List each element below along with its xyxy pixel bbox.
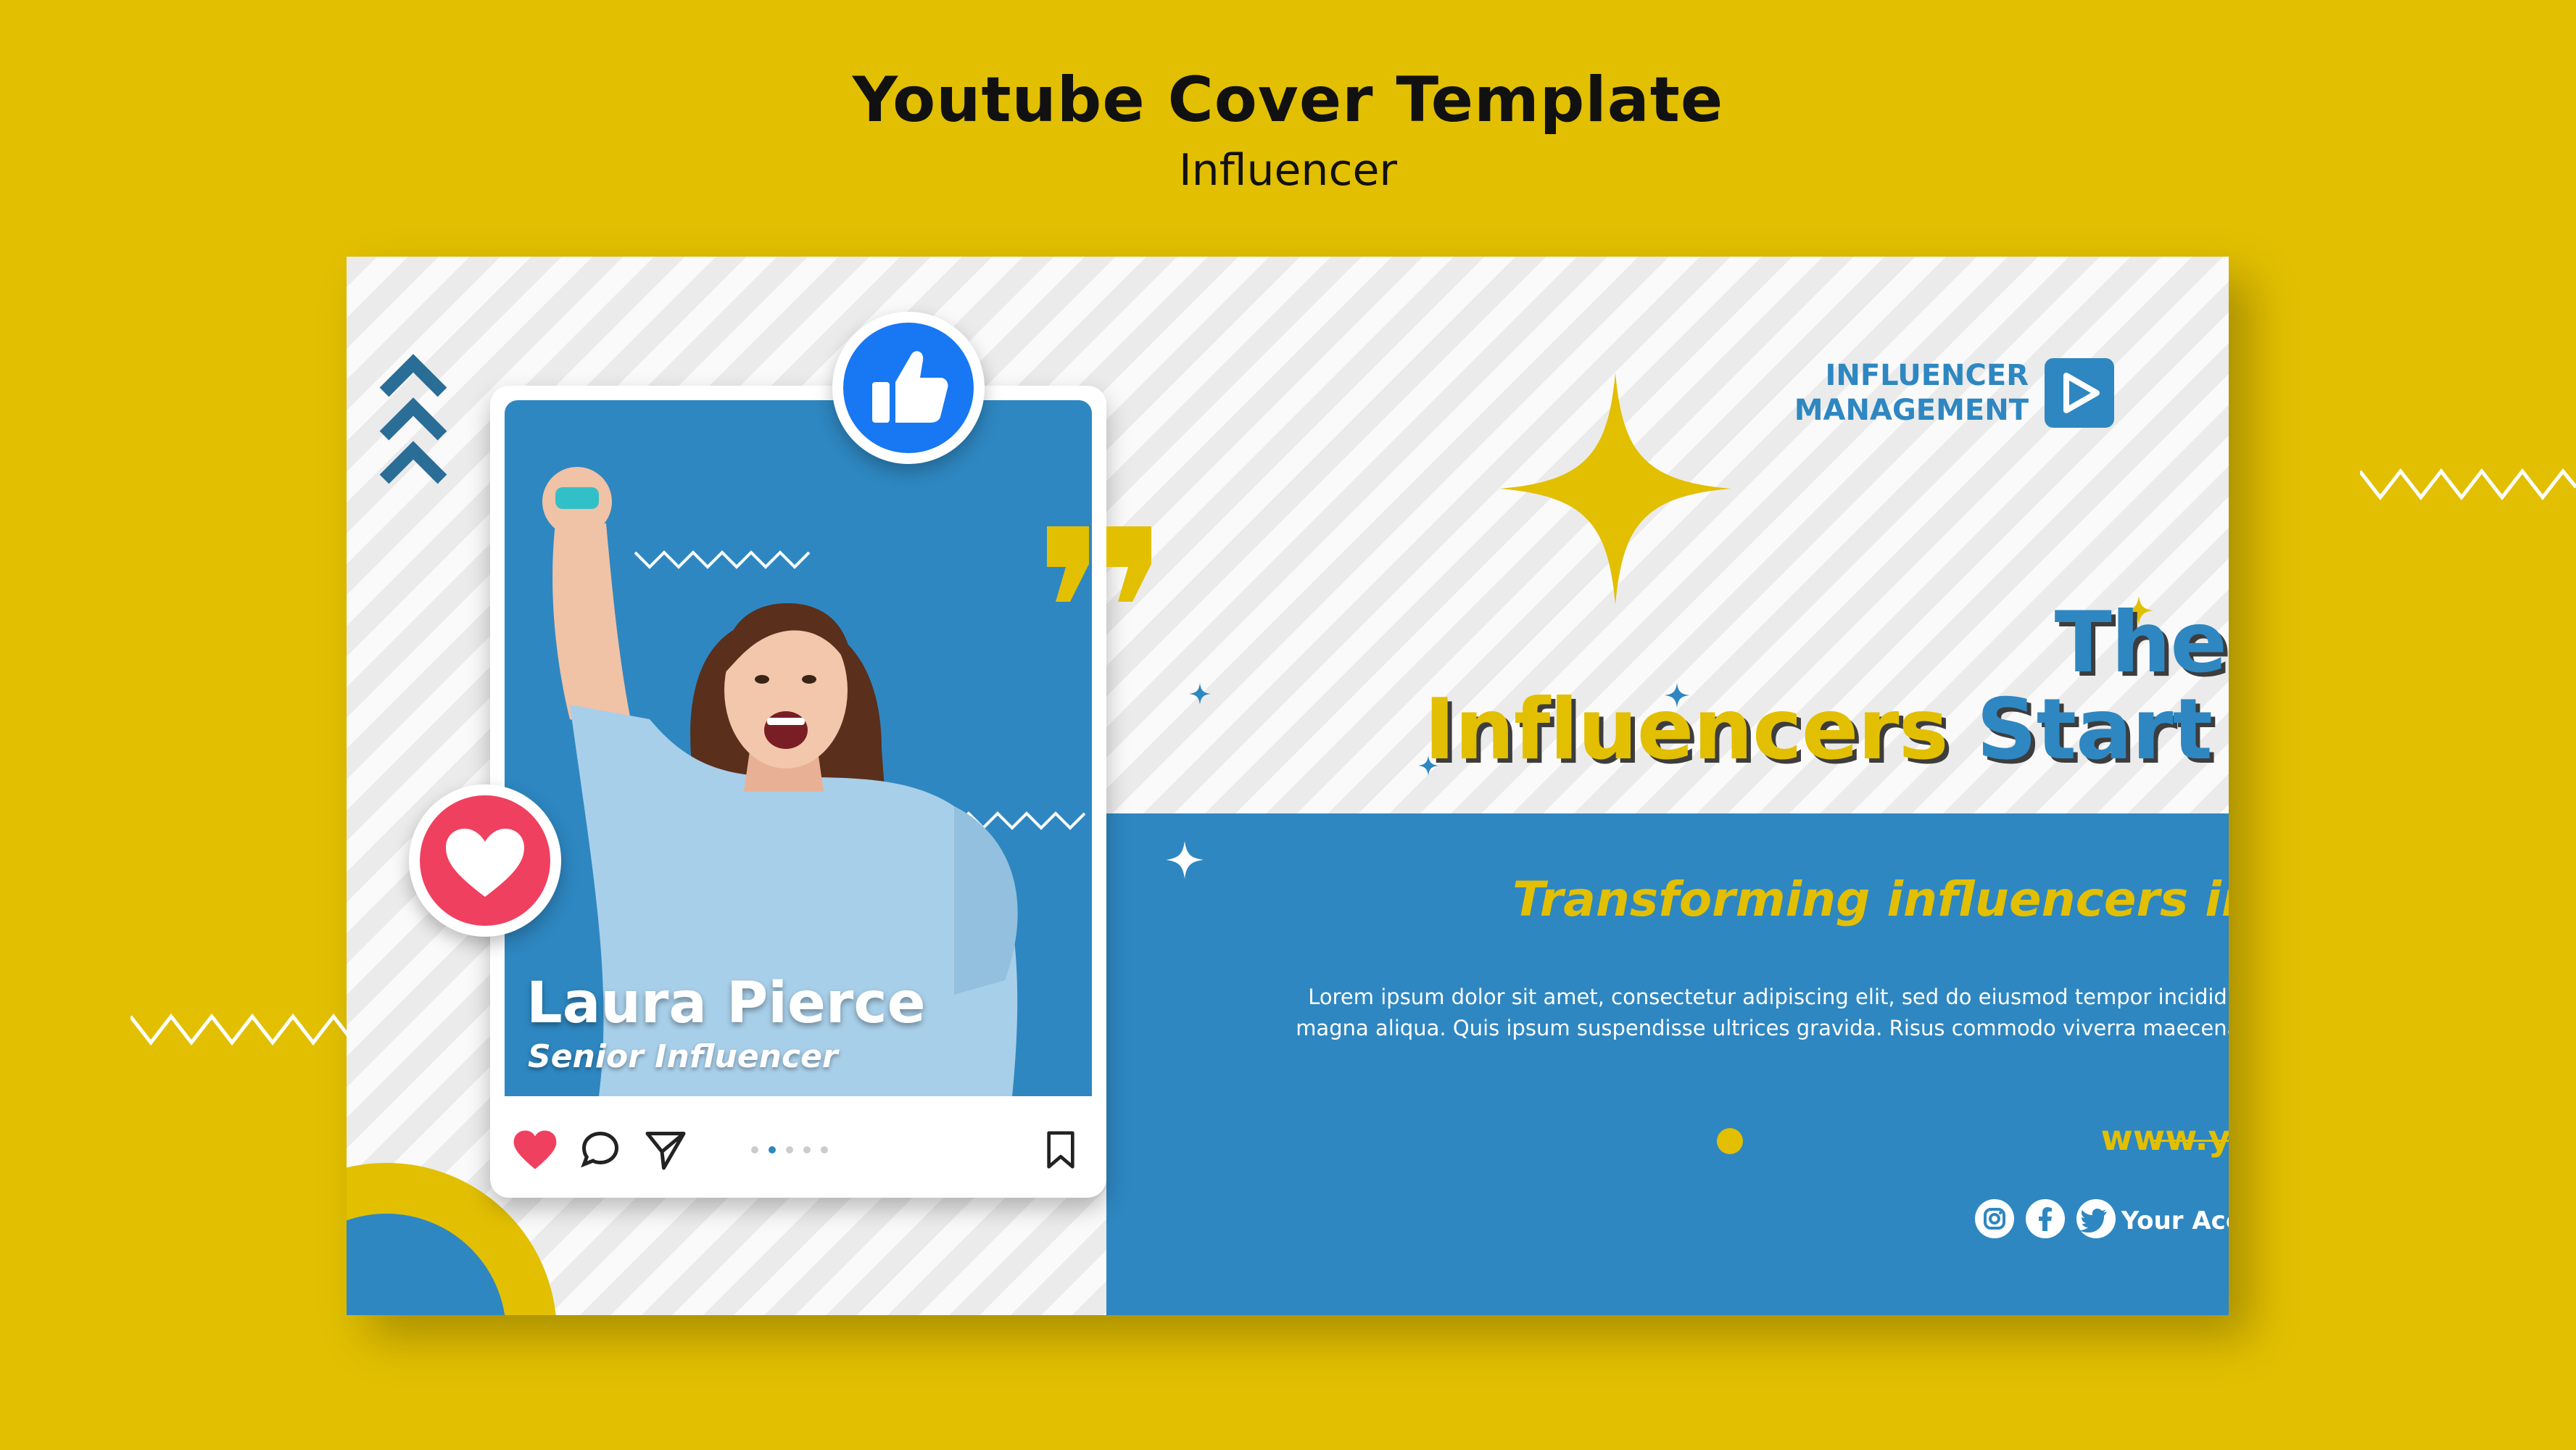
love-badge	[409, 784, 561, 937]
zigzag-decoration-left	[131, 1013, 348, 1046]
heart-icon[interactable]	[512, 1128, 558, 1172]
brand-logo	[2045, 358, 2114, 428]
comment-icon[interactable]	[579, 1128, 622, 1172]
youtube-cover: Laura Pierce Senior Influencer INFLUENCE…	[347, 257, 2229, 1315]
profile-role: Senior Influencer	[528, 1038, 838, 1075]
heart-badge-icon	[446, 829, 524, 897]
bookmark-icon[interactable]	[1043, 1130, 1079, 1170]
headline-line-2: Influencers Start Here	[1108, 681, 2229, 779]
body-text: Lorem ipsum dolor sit amet, consectetur …	[1296, 985, 2229, 1040]
instagram-icon[interactable]	[1975, 1199, 2014, 1238]
website-link[interactable]: www.yoursite.com	[1739, 1118, 2229, 1159]
page-subtitle: Influencer	[1178, 145, 1398, 196]
play-icon	[2063, 373, 2100, 413]
carousel-dots	[751, 1146, 828, 1153]
facebook-icon[interactable]	[2026, 1199, 2065, 1238]
headline-highlight: Influencers	[1424, 681, 1948, 779]
like-badge	[832, 312, 985, 464]
zigzag-decoration-right	[2360, 468, 2576, 501]
headline-rest: Start Here	[1976, 681, 2229, 779]
sparkle-star-icon	[1499, 373, 1731, 605]
twitter-icon[interactable]	[2076, 1199, 2116, 1238]
profile-name: Laura Pierce	[526, 971, 926, 1036]
brand-line-1: INFLUENCER	[1825, 359, 2029, 392]
tagline: Transforming influencers into stars	[1512, 871, 2229, 927]
thumbs-up-icon	[872, 351, 948, 423]
page-title: Youtube Cover Template	[852, 64, 1724, 136]
share-icon[interactable]	[644, 1128, 687, 1172]
website-line	[2152, 1140, 2229, 1142]
quote-icon	[1047, 526, 1151, 602]
brand-line-2: MANAGEMENT	[1794, 394, 2029, 427]
brand-name: INFLUENCER MANAGEMENT	[1775, 358, 2029, 428]
headline-line-1: The Best	[2054, 594, 2229, 692]
chevrons-up-icon	[379, 354, 447, 484]
